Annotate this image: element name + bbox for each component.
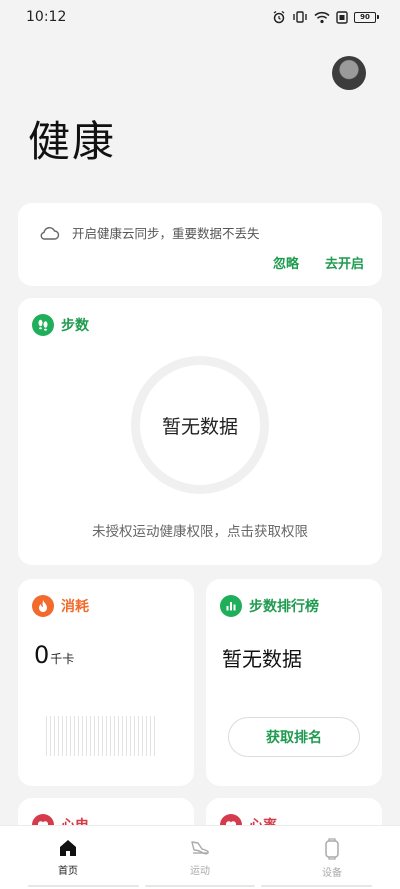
steps-progress-ring: 暂无数据 (131, 356, 269, 494)
bottom-nav: 首页 运动 设备 (0, 825, 400, 889)
nav-sport-label: 运动 (190, 866, 210, 877)
sync-actions: 忽略 去开启 (273, 253, 364, 272)
ignore-button[interactable]: 忽略 (273, 253, 299, 272)
page-title: 健康 (28, 117, 117, 166)
bar-chart-icon (220, 595, 242, 617)
calories-unit: 千卡 (50, 652, 75, 666)
vibrate-icon (293, 11, 307, 23)
status-bar: 10:12 90 (0, 0, 400, 34)
calories-bar-placeholder (46, 716, 158, 756)
calories-title: 消耗 (61, 599, 89, 615)
sync-message: 开启健康云同步，重要数据不丢失 (72, 226, 260, 241)
flame-icon (32, 595, 54, 617)
steps-card[interactable]: 步数 暂无数据 未授权运动健康权限，点击获取权限 (18, 298, 382, 565)
permission-hint[interactable]: 未授权运动健康权限，点击获取权限 (18, 520, 382, 540)
cloud-sync-card: 开启健康云同步，重要数据不丢失 忽略 去开启 (18, 203, 382, 286)
calories-value-group: 0 千卡 (34, 641, 74, 669)
steps-card-header: 步数 (32, 314, 89, 336)
steps-title: 步数 (61, 318, 89, 334)
status-icons: 90 (272, 10, 379, 24)
status-time: 10:12 (26, 9, 67, 25)
footprint-icon (32, 314, 54, 336)
nav-device-label: 设备 (322, 868, 342, 879)
nav-sport[interactable]: 运动 (170, 826, 230, 889)
gesture-bar (28, 885, 373, 887)
step-ranking-card[interactable]: 步数排行榜 暂无数据 获取排名 (206, 579, 382, 786)
nav-home-label: 首页 (58, 866, 78, 877)
ranking-empty-text: 暂无数据 (222, 647, 302, 671)
calories-card-header: 消耗 (32, 595, 89, 617)
watch-icon (325, 838, 339, 860)
battery-icon: 90 (354, 11, 379, 23)
battery-level: 90 (360, 12, 370, 21)
enable-sync-button[interactable]: 去开启 (325, 253, 364, 272)
shoe-icon (191, 841, 209, 855)
calories-value: 0 (34, 641, 50, 669)
ranking-title: 步数排行榜 (249, 599, 319, 615)
calories-card[interactable]: 消耗 0 千卡 (18, 579, 194, 786)
sync-message-row: 开启健康云同步，重要数据不丢失 (38, 223, 260, 242)
nav-home[interactable]: 首页 (38, 826, 98, 889)
sim-icon (336, 10, 348, 24)
wifi-icon (314, 11, 330, 23)
ranking-card-header: 步数排行榜 (220, 595, 319, 617)
alarm-icon (273, 10, 285, 24)
home-icon (60, 840, 76, 856)
nav-device[interactable]: 设备 (302, 826, 362, 889)
steps-empty-text: 暂无数据 (161, 415, 238, 438)
cloud-icon (40, 226, 60, 240)
get-ranking-button[interactable]: 获取排名 (228, 717, 360, 757)
user-avatar[interactable] (332, 56, 366, 90)
